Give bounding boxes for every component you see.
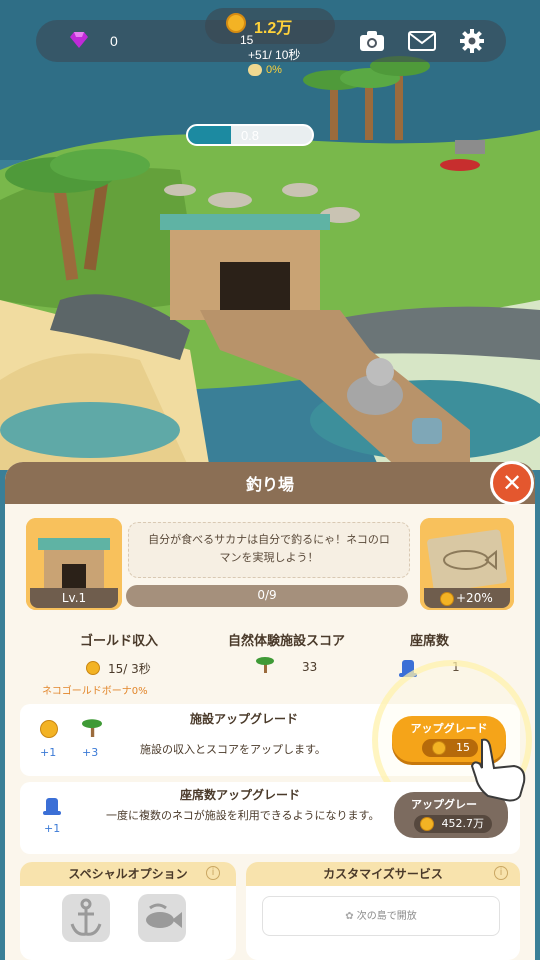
camera-button[interactable] [354, 24, 390, 58]
gold-coin-icon [226, 13, 246, 33]
gold-coin-icon [432, 741, 446, 755]
palm-tree-icon [82, 719, 102, 737]
seats-upgrade-title: 座席数アップグレード [180, 788, 301, 802]
cat-bonus: 0% [266, 64, 282, 76]
facility-description: 自分が食べるサカナは自分で釣るにゃ！ネコのロマンを実現しよう！ [128, 522, 410, 578]
gold-coin-icon [86, 661, 100, 675]
gold-coin-icon [40, 720, 58, 738]
close-button[interactable]: ✕ [490, 461, 534, 505]
income-timer: 15 [240, 33, 254, 47]
camera-icon [360, 31, 384, 51]
special-options-title: スペシャルオプション [20, 862, 236, 886]
facility-upgrade-button-label: アップグレード [410, 722, 488, 735]
locked-message: ✿ 次の島で開放 [262, 896, 500, 936]
seats-upgrade-desc: 一度に複数のネコが施設を利用できるようになります。 [106, 809, 380, 822]
gem-count: 0 [110, 33, 118, 49]
gold-income-value: 15/ 3秒 [108, 662, 151, 676]
fish-icon [146, 903, 182, 928]
gear-icon [460, 29, 484, 53]
info-icon[interactable]: i [206, 866, 220, 880]
gold-amount: 1.2万 [254, 20, 293, 37]
anchor-option-slot[interactable] [62, 894, 110, 942]
gold-income-label: ゴールド収入 [80, 634, 159, 649]
gold-coin-icon [420, 817, 434, 831]
island-icon: ✿ [345, 911, 357, 922]
island-progress-label: 0.8 [240, 128, 260, 143]
reward-label: +20% [424, 588, 510, 608]
gem-icon [70, 32, 88, 48]
upgrade-gold-plus: +1 [40, 746, 57, 759]
locked-text: 次の島で開放 [356, 911, 417, 922]
panel-title: 釣り場 [245, 475, 294, 494]
upgrade-seat-plus: +1 [44, 822, 61, 835]
facility-progress-bar: 0/9 [126, 585, 408, 607]
score-label: 自然体験施設スコア [228, 634, 346, 649]
seats-label: 座席数 [410, 634, 450, 649]
anchor-icon [70, 898, 102, 936]
close-icon: ✕ [501, 469, 523, 497]
custom-service-title: カスタマイズサービス [246, 862, 520, 886]
facility-upgrade-title: 施設アップグレード [190, 712, 299, 726]
mail-icon [408, 31, 436, 51]
island-progress-bar: 0.8 [186, 124, 314, 146]
settings-button[interactable] [454, 24, 490, 58]
palm-tree-icon [256, 657, 274, 673]
upgrade-score-plus: +3 [82, 746, 99, 759]
info-icon[interactable]: i [494, 866, 508, 880]
income-rate: +51/ 10秒 [248, 48, 301, 62]
gold-coin-icon [440, 592, 454, 606]
pointing-hand-icon [470, 738, 526, 802]
gold-bonus-text: ネコゴールドボーナ0% [42, 686, 148, 697]
facility-progress-text: 0/9 [257, 588, 277, 602]
mail-button[interactable] [404, 24, 440, 58]
seat-icon [43, 798, 61, 815]
fish-option-slot[interactable] [138, 894, 186, 942]
cat-face-icon [248, 64, 262, 76]
facility-level: Lv.1 [30, 588, 118, 608]
score-value: 33 [302, 660, 318, 674]
facility-upgrade-desc: 施設の収入とスコアをアップします。 [140, 743, 326, 756]
